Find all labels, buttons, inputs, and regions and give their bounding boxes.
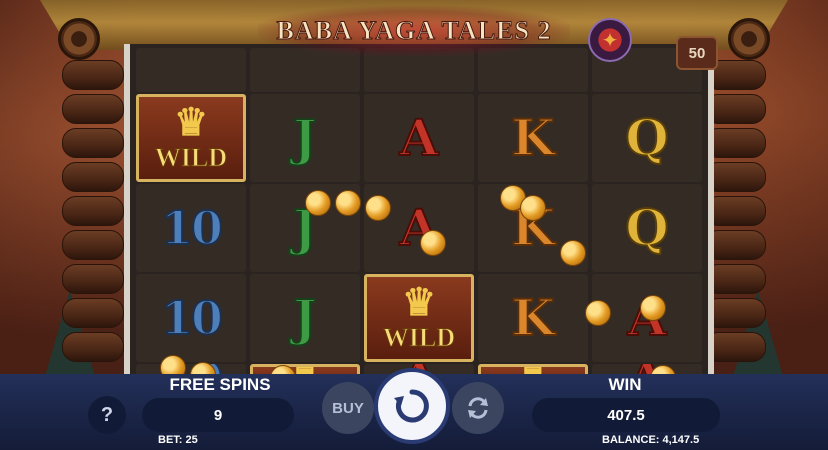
partial-symbol xyxy=(136,48,246,92)
symbol-q: Q xyxy=(592,184,702,272)
wooden-wheel-right xyxy=(728,18,770,60)
reel-column: JJJ♛WILD xyxy=(250,48,360,396)
gold-coin xyxy=(335,190,361,216)
symbol-glyph: J xyxy=(292,288,318,347)
symbol-10: 10 xyxy=(136,184,246,272)
game-title: BABA YAGA TALES 2 xyxy=(276,16,552,46)
free-spins-label: FREE SPINS xyxy=(169,375,271,394)
crown-icon: ♛ xyxy=(173,99,209,144)
win-value: 407.5 xyxy=(532,398,720,432)
wild-label: WILD xyxy=(382,323,456,353)
symbol-10: 10 xyxy=(136,274,246,362)
spin-arrow-icon xyxy=(394,389,429,423)
spin-button[interactable] xyxy=(374,368,450,444)
wild-symbol: ♛WILD xyxy=(136,94,246,182)
symbol-j: J xyxy=(250,274,360,362)
question-icon: ? xyxy=(100,403,114,426)
spins-counter-badge: 50 xyxy=(676,36,718,70)
reel-column: QQAA xyxy=(592,48,702,396)
game-logo: BABA YAGA TALES 2 xyxy=(258,6,570,56)
wild-symbol: ♛WILD xyxy=(364,274,474,362)
log-wall-left xyxy=(62,60,124,380)
gold-coin xyxy=(305,190,331,216)
symbol-a: A xyxy=(364,94,474,182)
autoplay-icon xyxy=(468,397,488,419)
gold-coin xyxy=(520,195,546,221)
rooster-icon[interactable]: ✦ xyxy=(588,18,632,62)
bet-text: BET: 25 xyxy=(158,434,198,446)
symbol-glyph: K xyxy=(510,288,555,347)
gold-coin xyxy=(585,300,611,326)
symbol-glyph: 10 xyxy=(160,291,224,345)
symbol-q: Q xyxy=(592,94,702,182)
symbol-j: J xyxy=(250,94,360,182)
gold-coin xyxy=(560,240,586,266)
symbol-glyph: 10 xyxy=(160,201,224,255)
reel-column: AA♛WILDA xyxy=(364,48,474,396)
buy-button[interactable]: BUY xyxy=(322,382,374,434)
symbol-k: K xyxy=(478,274,588,362)
crown-icon: ♛ xyxy=(401,279,437,324)
wild-label: WILD xyxy=(154,143,228,173)
reel-column: KKK♛WILD xyxy=(478,48,588,396)
free-spins-value: 9 xyxy=(142,398,294,432)
gold-coin xyxy=(640,295,666,321)
symbol-glyph: Q xyxy=(624,108,670,167)
reel-grid: ♛WILD101010JJJ♛WILDAA♛WILDAKKK♛WILDQQAA xyxy=(124,44,714,421)
autoplay-button[interactable] xyxy=(452,382,504,434)
win-label: WIN xyxy=(608,375,642,394)
symbol-glyph: J xyxy=(292,108,318,167)
balance-text: BALANCE: 4,147.5 xyxy=(602,434,700,446)
symbol-glyph: A xyxy=(399,108,440,167)
symbol-glyph: K xyxy=(510,108,555,167)
gold-coin xyxy=(365,195,391,221)
wooden-wheel-left xyxy=(58,18,100,60)
symbol-k: K xyxy=(478,94,588,182)
symbol-glyph: Q xyxy=(624,198,670,257)
reel-column: ♛WILD101010 xyxy=(136,48,246,396)
help-button[interactable]: ? xyxy=(88,396,126,434)
gold-coin xyxy=(420,230,446,256)
